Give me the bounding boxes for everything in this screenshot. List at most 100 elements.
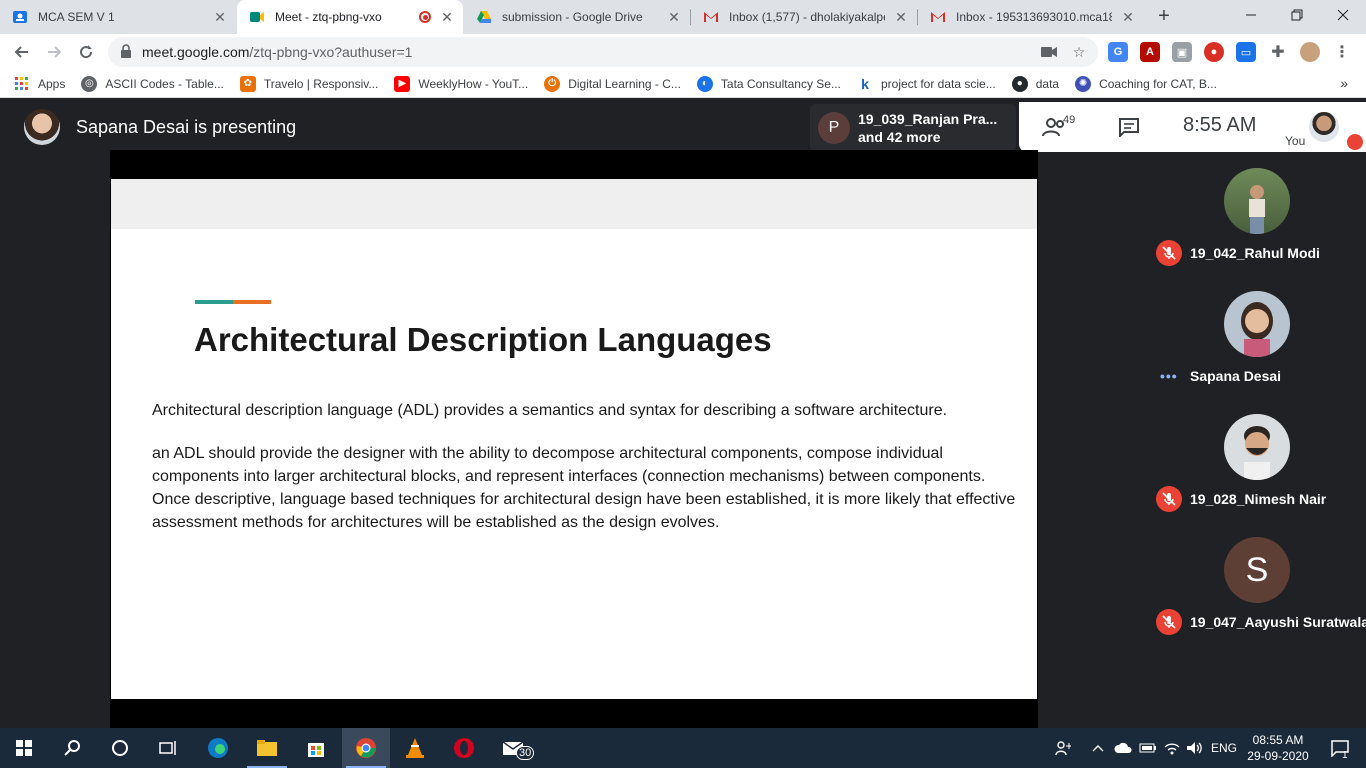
close-tab-icon[interactable]: ✕ (893, 9, 909, 26)
menu-kebab-icon[interactable]: ⋮ (1332, 42, 1352, 62)
tab-meet[interactable]: Meet - ztq-pbng-vxo ✕ (237, 0, 463, 34)
tab-gmail-1[interactable]: Inbox (1,577) - dholakiyakalpe ✕ (691, 0, 917, 34)
self-avatar[interactable] (1309, 112, 1339, 142)
bookmark-label: Apps (38, 76, 66, 91)
participant-chip-more: and 42 more (858, 129, 941, 145)
gmail-icon (930, 9, 946, 25)
chat-button[interactable] (1115, 114, 1143, 140)
tab-title: Meet - ztq-pbng-vxo (275, 10, 382, 24)
windows-taskbar: 30 ENG 08:55 AM 29-09-2020 1 (0, 728, 1366, 768)
camera-icon[interactable] (1038, 41, 1060, 63)
back-button[interactable] (10, 40, 34, 64)
coaching-icon: ✺ (1075, 75, 1092, 92)
participant-avatar (1224, 168, 1290, 234)
minimize-button[interactable] (1228, 0, 1274, 30)
bookmark-star-icon[interactable]: ☆ (1068, 41, 1090, 63)
meet-window: Sapana Desai is presenting P 19_039_Ranj… (0, 102, 1366, 728)
cortana-button[interactable] (96, 728, 144, 768)
taskbar-chrome[interactable] (342, 728, 390, 768)
power-icon: ⏻ (544, 75, 561, 92)
tab-strip: MCA SEM V 1 ✕ Meet - ztq-pbng-vxo ✕ subm… (0, 0, 1366, 34)
address-bar[interactable]: meet.google.com/ztq-pbng-vxo?authuser=1 … (108, 37, 1098, 67)
search-button[interactable] (48, 728, 96, 768)
bookmark-apps[interactable]: Apps (14, 76, 65, 92)
taskbar-vlc[interactable] (391, 728, 439, 768)
url-host: meet.google.com (142, 44, 250, 60)
chat-icon (1119, 118, 1139, 137)
forward-button[interactable] (42, 40, 66, 64)
close-tab-icon[interactable]: ✕ (666, 9, 682, 26)
taskbar-opera[interactable] (440, 728, 488, 768)
back-arrow-icon (14, 46, 28, 58)
self-muted-icon (1347, 134, 1363, 150)
github-icon: ● (1011, 75, 1028, 92)
bookmark-digital-learning[interactable]: ⏻ Digital Learning - C... (544, 75, 681, 92)
forward-arrow-icon (48, 46, 62, 58)
participant-tile[interactable]: 19_028_Nimesh Nair (1148, 398, 1366, 521)
slide-title: Architectural Description Languages (194, 321, 772, 358)
language-indicator[interactable]: ENG (1208, 728, 1240, 768)
onedrive-cloud-icon[interactable] (1113, 728, 1133, 768)
screen-extension-icon[interactable]: ▭ (1236, 42, 1256, 62)
notifications-button[interactable]: 1 (1320, 728, 1360, 768)
participant-tile[interactable]: S 19_047_Aayushi Suratwala (1148, 521, 1366, 644)
meet-top-panel: 49 8:55 AM You (1019, 102, 1366, 152)
cortana-circle-icon (112, 740, 128, 756)
translate-extension-icon[interactable]: G (1108, 42, 1128, 62)
participant-tile[interactable]: ••• Sapana Desai (1148, 275, 1366, 398)
bookmark-weeklyhow[interactable]: ▶ WeeklyHow - YouT... (394, 75, 528, 92)
bookmark-label: ASCII Codes - Table... (105, 76, 224, 91)
meet-clock: 8:55 AM (1183, 114, 1257, 136)
tcs-icon: ◐ (696, 75, 713, 92)
tab-drive[interactable]: submission - Google Drive ✕ (464, 0, 690, 34)
participants-chip[interactable]: P 19_039_Ranjan Pra... and 42 more (810, 104, 1016, 152)
taskbar-edge[interactable] (194, 728, 242, 768)
bookmark-data[interactable]: ● data (1011, 75, 1059, 92)
bookmarks-overflow-button[interactable]: » (1340, 75, 1348, 91)
apps-grid-icon (14, 76, 30, 92)
taskbar-mail[interactable]: 30 (490, 728, 538, 768)
people-taskbar-icon[interactable] (1052, 728, 1074, 768)
close-tab-icon[interactable]: ✕ (1120, 9, 1136, 26)
tab-mca-sem[interactable]: MCA SEM V 1 ✕ (0, 0, 236, 34)
close-window-button[interactable] (1320, 0, 1366, 30)
taskbar-file-explorer[interactable] (243, 728, 291, 768)
profile-avatar[interactable] (1300, 42, 1320, 62)
taskbar-store[interactable] (292, 728, 340, 768)
task-view-button[interactable] (144, 728, 192, 768)
bookmark-travelo[interactable]: ✿ Travelo | Responsiv... (239, 75, 378, 92)
close-tab-icon[interactable]: ✕ (439, 9, 455, 26)
taskbar-clock[interactable]: 08:55 AM 29-09-2020 (1244, 732, 1312, 764)
battery-icon[interactable] (1138, 728, 1158, 768)
volume-icon[interactable] (1185, 728, 1205, 768)
wifi-icon[interactable] (1162, 728, 1182, 768)
bookmark-ascii[interactable]: ◎ ASCII Codes - Table... (81, 75, 224, 92)
reload-button[interactable] (74, 40, 98, 64)
close-tab-icon[interactable]: ✕ (212, 9, 228, 26)
bookmark-label: Tata Consultancy Se... (720, 76, 841, 91)
vlc-cone-icon (406, 738, 424, 758)
bookmark-tcs[interactable]: ◐ Tata Consultancy Se... (696, 75, 841, 92)
participant-name: 19_042_Rahul Modi (1190, 245, 1320, 261)
participant-tile[interactable]: 19_042_Rahul Modi (1148, 152, 1366, 275)
screenshot-extension-icon[interactable]: ▣ (1172, 42, 1192, 62)
participant-chip-name: 19_039_Ranjan Pra... (858, 111, 998, 127)
tab-title: MCA SEM V 1 (38, 10, 115, 24)
acrobat-extension-icon[interactable]: A (1140, 42, 1160, 62)
participant-avatar (1224, 414, 1290, 480)
bookmark-coaching[interactable]: ✺ Coaching for CAT, B... (1075, 75, 1217, 92)
restore-button[interactable] (1274, 0, 1320, 30)
chevron-up-icon[interactable] (1090, 728, 1106, 768)
presenter-bar: Sapana Desai is presenting (0, 102, 296, 152)
tab-gmail-2[interactable]: Inbox - 195313693010.mca18 ✕ (918, 0, 1144, 34)
windows-logo-icon (16, 740, 32, 756)
extensions-puzzle-icon[interactable]: ✚ (1268, 42, 1288, 62)
task-view-icon (159, 741, 176, 755)
record-extension-icon[interactable]: ● (1204, 42, 1224, 62)
youtube-icon: ▶ (394, 75, 411, 92)
k-icon: k (861, 75, 869, 92)
mail-badge: 30 (516, 746, 535, 760)
new-tab-button[interactable]: + (1153, 6, 1175, 28)
bookmark-project[interactable]: k project for data scie... (857, 76, 996, 92)
start-button[interactable] (0, 728, 48, 768)
